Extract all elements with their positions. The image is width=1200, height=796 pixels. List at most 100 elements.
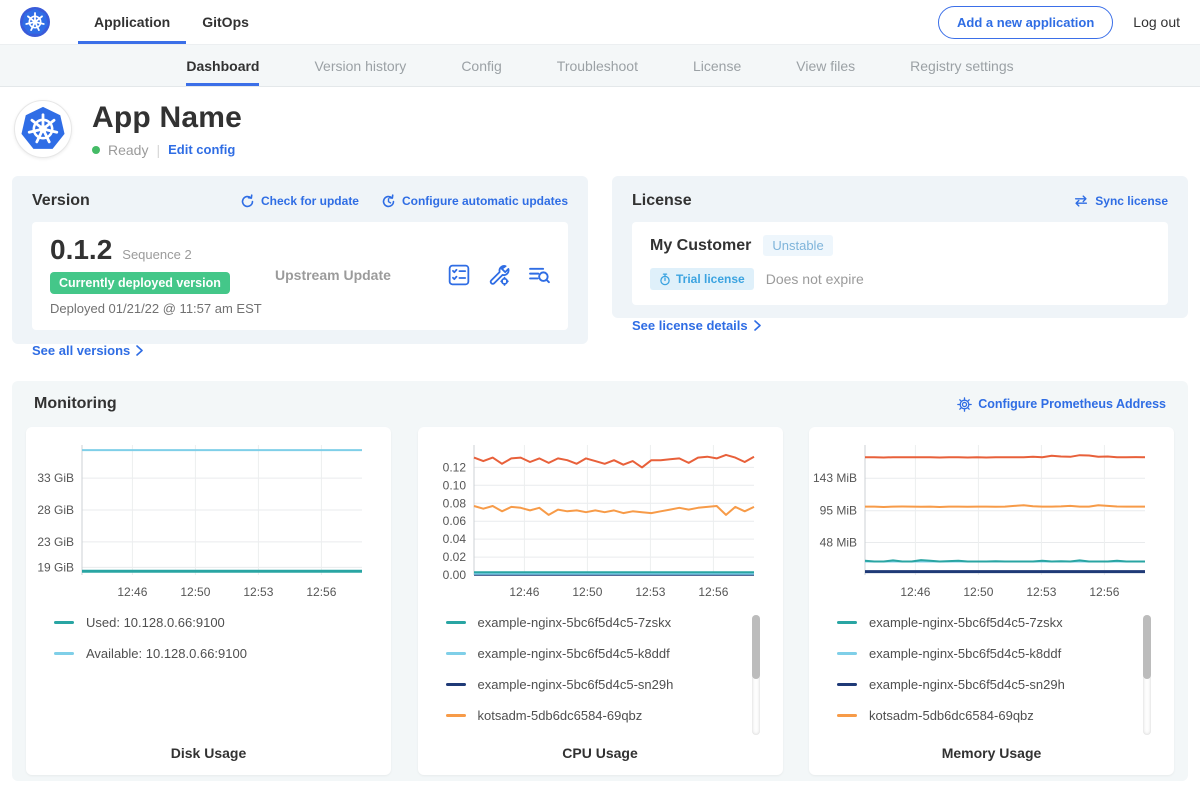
memory-usage-card: 143 MiB95 MiB48 MiB12:4612:5012:5312:56 … xyxy=(809,427,1174,775)
customer-name: My Customer xyxy=(650,237,751,255)
app-header: App Name Ready | Edit config xyxy=(0,87,1200,176)
svg-text:12:50: 12:50 xyxy=(963,585,993,599)
gear-icon xyxy=(957,397,972,412)
version-card: Version Check for update Configure au xyxy=(12,176,588,344)
update-type-label: Upstream Update xyxy=(275,267,448,283)
check-for-update-label: Check for update xyxy=(261,194,359,208)
legend-label: Used: 10.128.0.66:9100 xyxy=(86,615,225,630)
tab-troubleshoot-label: Troubleshoot xyxy=(557,58,638,74)
channel-badge: Unstable xyxy=(763,235,832,256)
legend-color-dash xyxy=(54,621,74,624)
legend-item: example-nginx-5bc6f5d4c5-7zskx xyxy=(446,615,783,630)
cpu-usage-card: 0.120.100.080.060.040.020.0012:4612:5012… xyxy=(418,427,783,775)
tab-view-files[interactable]: View files xyxy=(796,45,855,86)
legend-label: example-nginx-5bc6f5d4c5-sn29h xyxy=(869,677,1065,692)
legend-color-dash xyxy=(446,714,466,717)
logout-link[interactable]: Log out xyxy=(1133,14,1180,30)
configure-prometheus-label: Configure Prometheus Address xyxy=(978,397,1166,411)
svg-text:12:50: 12:50 xyxy=(180,585,210,599)
svg-text:12:53: 12:53 xyxy=(243,585,273,599)
svg-text:0.00: 0.00 xyxy=(442,568,466,582)
kubernetes-app-icon xyxy=(20,106,66,152)
kubernetes-logo-icon xyxy=(20,7,50,37)
legend-item: kotsadm-5db6dc6584-69qbz xyxy=(446,708,783,723)
chevron-right-icon xyxy=(754,320,761,331)
legend-color-dash xyxy=(446,683,466,686)
license-type-label: Trial license xyxy=(676,272,745,286)
svg-text:12:46: 12:46 xyxy=(509,585,539,599)
deployed-timestamp: Deployed 01/21/22 @ 11:57 am EST xyxy=(50,301,275,316)
tab-version-history[interactable]: Version history xyxy=(314,45,406,86)
monitoring-section: Monitoring Configure Prometheus Address … xyxy=(12,381,1188,781)
current-version-panel: 0.1.2 Sequence 2 Currently deployed vers… xyxy=(32,222,568,330)
tab-config[interactable]: Config xyxy=(461,45,501,86)
version-card-title: Version xyxy=(32,192,90,210)
legend-item: example-nginx-5bc6f5d4c5-sn29h xyxy=(446,677,783,692)
license-card-title: License xyxy=(632,192,692,210)
tab-registry-settings[interactable]: Registry settings xyxy=(910,45,1013,86)
divider: | xyxy=(156,142,160,158)
legend-scrollbar-track[interactable] xyxy=(752,615,760,735)
tab-application[interactable]: Application xyxy=(78,0,186,44)
svg-text:0.12: 0.12 xyxy=(442,460,466,474)
chart-title-memory: Memory Usage xyxy=(809,745,1174,761)
svg-text:0.10: 0.10 xyxy=(442,478,466,492)
preflight-checks-icon[interactable] xyxy=(448,264,470,286)
legend-label: Available: 10.128.0.66:9100 xyxy=(86,646,247,661)
svg-text:19 GiB: 19 GiB xyxy=(37,560,74,574)
chart-title-disk: Disk Usage xyxy=(26,745,391,761)
legend-label: example-nginx-5bc6f5d4c5-k8ddf xyxy=(869,646,1061,661)
svg-text:12:56: 12:56 xyxy=(306,585,336,599)
legend-label: example-nginx-5bc6f5d4c5-sn29h xyxy=(478,677,674,692)
legend-item: example-nginx-5bc6f5d4c5-sn29h xyxy=(837,677,1174,692)
status-dot-icon xyxy=(92,146,100,154)
page-title: App Name xyxy=(92,101,242,135)
tab-troubleshoot[interactable]: Troubleshoot xyxy=(557,45,638,86)
sync-license-label: Sync license xyxy=(1095,194,1168,208)
svg-text:23 GiB: 23 GiB xyxy=(37,535,74,549)
see-all-versions-label: See all versions xyxy=(32,343,130,358)
sync-license-link[interactable]: Sync license xyxy=(1073,194,1168,208)
check-for-update-link[interactable]: Check for update xyxy=(240,194,359,209)
config-wrench-icon[interactable] xyxy=(488,264,510,286)
license-card: License Sync license My Customer Unstabl… xyxy=(612,176,1188,318)
add-application-button[interactable]: Add a new application xyxy=(938,6,1113,39)
legend-scrollbar-thumb[interactable] xyxy=(752,615,760,679)
edit-config-link[interactable]: Edit config xyxy=(168,142,235,157)
legend-item: example-nginx-5bc6f5d4c5-7zskx xyxy=(837,615,1174,630)
tab-registry-settings-label: Registry settings xyxy=(910,58,1013,74)
app-subnav: Dashboard Version history Config Trouble… xyxy=(0,45,1200,87)
cpu-usage-chart: 0.120.100.080.060.040.020.0012:4612:5012… xyxy=(418,437,783,609)
memory-usage-legend: example-nginx-5bc6f5d4c5-7zskx example-ng… xyxy=(809,615,1174,723)
see-all-versions-link[interactable]: See all versions xyxy=(32,343,143,358)
memory-usage-chart: 143 MiB95 MiB48 MiB12:4612:5012:5312:56 xyxy=(809,437,1174,609)
view-logs-icon[interactable] xyxy=(528,264,550,286)
navbar-right: Add a new application Log out xyxy=(938,6,1180,39)
app-logo xyxy=(14,100,72,158)
configure-automatic-updates-link[interactable]: Configure automatic updates xyxy=(381,194,568,209)
legend-color-dash xyxy=(837,621,857,624)
tab-dashboard-label: Dashboard xyxy=(186,58,259,74)
tab-gitops[interactable]: GitOps xyxy=(186,0,265,44)
license-panel: My Customer Unstable Trial license Does … xyxy=(632,222,1168,305)
see-license-details-link[interactable]: See license details xyxy=(632,318,761,333)
summary-cards-row: Version Check for update Configure au xyxy=(0,176,1200,344)
svg-text:143 MiB: 143 MiB xyxy=(813,471,857,485)
svg-text:95 MiB: 95 MiB xyxy=(820,504,857,518)
legend-item: kotsadm-5db6dc6584-69qbz xyxy=(837,708,1174,723)
legend-scrollbar-track[interactable] xyxy=(1143,615,1151,735)
tab-license[interactable]: License xyxy=(693,45,741,86)
svg-text:0.02: 0.02 xyxy=(442,550,466,564)
legend-scrollbar-thumb[interactable] xyxy=(1143,615,1151,679)
svg-text:12:56: 12:56 xyxy=(698,585,728,599)
legend-label: example-nginx-5bc6f5d4c5-k8ddf xyxy=(478,646,670,661)
stopwatch-icon xyxy=(659,273,671,286)
configure-prometheus-link[interactable]: Configure Prometheus Address xyxy=(957,397,1166,412)
svg-text:33 GiB: 33 GiB xyxy=(37,471,74,485)
tab-dashboard[interactable]: Dashboard xyxy=(186,45,259,86)
refresh-icon xyxy=(240,194,255,209)
monitoring-title: Monitoring xyxy=(34,395,117,413)
disk-usage-card: 33 GiB28 GiB23 GiB19 GiB12:4612:5012:531… xyxy=(26,427,391,775)
chart-title-cpu: CPU Usage xyxy=(418,745,783,761)
sync-arrows-icon xyxy=(1073,194,1089,208)
